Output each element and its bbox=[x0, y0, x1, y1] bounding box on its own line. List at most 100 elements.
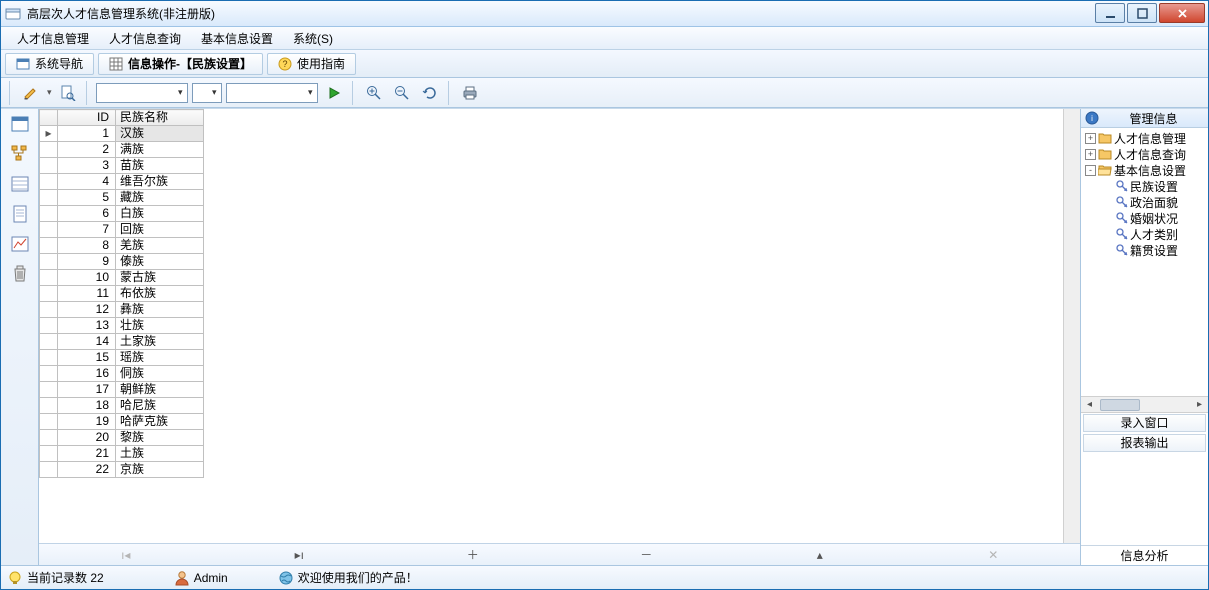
id-cell[interactable]: 4 bbox=[58, 174, 116, 190]
tree-node[interactable]: +人才信息查询 bbox=[1083, 146, 1208, 162]
id-header[interactable]: ID bbox=[58, 110, 116, 126]
name-cell[interactable]: 黎族 bbox=[116, 430, 204, 446]
id-cell[interactable]: 8 bbox=[58, 238, 116, 254]
id-cell[interactable]: 1 bbox=[58, 126, 116, 142]
name-cell[interactable]: 傣族 bbox=[116, 254, 204, 270]
id-cell[interactable]: 7 bbox=[58, 222, 116, 238]
chart-icon[interactable] bbox=[9, 233, 31, 255]
ethnicity-table[interactable]: ID 民族名称 ▸1汉族2满族3苗族4维吾尔族5藏族6白族7回族8羌族9傣族10… bbox=[39, 109, 204, 478]
table-row[interactable]: 22京族 bbox=[40, 462, 204, 478]
table-row[interactable]: 17朝鲜族 bbox=[40, 382, 204, 398]
table-row[interactable]: 7回族 bbox=[40, 222, 204, 238]
tab-guide[interactable]: ? 使用指南 bbox=[267, 53, 356, 75]
table-row[interactable]: ▸1汉族 bbox=[40, 126, 204, 142]
tree-node[interactable]: 籍贯设置 bbox=[1083, 242, 1208, 258]
id-cell[interactable]: 11 bbox=[58, 286, 116, 302]
name-header[interactable]: 民族名称 bbox=[116, 110, 204, 126]
tree-node[interactable]: 婚姻状况 bbox=[1083, 210, 1208, 226]
name-cell[interactable]: 朝鲜族 bbox=[116, 382, 204, 398]
name-cell[interactable]: 壮族 bbox=[116, 318, 204, 334]
print-icon[interactable] bbox=[458, 81, 482, 105]
report-output-button[interactable]: 报表输出 bbox=[1083, 434, 1206, 452]
id-cell[interactable]: 12 bbox=[58, 302, 116, 318]
nav-first-icon[interactable]: ı◂ bbox=[39, 548, 213, 562]
id-cell[interactable]: 21 bbox=[58, 446, 116, 462]
name-cell[interactable]: 侗族 bbox=[116, 366, 204, 382]
hierarchy-icon[interactable] bbox=[9, 143, 31, 165]
zoom-in-icon[interactable] bbox=[362, 81, 386, 105]
table-row[interactable]: 21土族 bbox=[40, 446, 204, 462]
menu-talent-query[interactable]: 人才信息查询 bbox=[99, 28, 191, 49]
id-cell[interactable]: 18 bbox=[58, 398, 116, 414]
table-row[interactable]: 12彝族 bbox=[40, 302, 204, 318]
name-cell[interactable]: 瑶族 bbox=[116, 350, 204, 366]
maximize-button[interactable] bbox=[1127, 3, 1157, 23]
close-button[interactable] bbox=[1159, 3, 1205, 23]
table-row[interactable]: 5藏族 bbox=[40, 190, 204, 206]
name-cell[interactable]: 苗族 bbox=[116, 158, 204, 174]
filter-value-combo[interactable]: ▾ bbox=[226, 83, 318, 103]
tree-node[interactable]: 人才类别 bbox=[1083, 226, 1208, 242]
id-cell[interactable]: 20 bbox=[58, 430, 116, 446]
table-row[interactable]: 2满族 bbox=[40, 142, 204, 158]
rowmark-header[interactable] bbox=[40, 110, 58, 126]
name-cell[interactable]: 哈尼族 bbox=[116, 398, 204, 414]
name-cell[interactable]: 满族 bbox=[116, 142, 204, 158]
nav-cancel-icon[interactable]: ✕ bbox=[907, 548, 1081, 562]
list-icon[interactable] bbox=[9, 173, 31, 195]
document-icon[interactable] bbox=[9, 203, 31, 225]
name-cell[interactable]: 白族 bbox=[116, 206, 204, 222]
id-cell[interactable]: 10 bbox=[58, 270, 116, 286]
window-icon[interactable] bbox=[9, 113, 31, 135]
id-cell[interactable]: 9 bbox=[58, 254, 116, 270]
name-cell[interactable]: 土族 bbox=[116, 446, 204, 462]
id-cell[interactable]: 16 bbox=[58, 366, 116, 382]
table-row[interactable]: 13壮族 bbox=[40, 318, 204, 334]
vertical-scrollbar[interactable] bbox=[1063, 109, 1080, 543]
table-row[interactable]: 18哈尼族 bbox=[40, 398, 204, 414]
table-row[interactable]: 6白族 bbox=[40, 206, 204, 222]
table-row[interactable]: 19哈萨克族 bbox=[40, 414, 204, 430]
name-cell[interactable]: 彝族 bbox=[116, 302, 204, 318]
expand-icon[interactable]: + bbox=[1085, 133, 1096, 144]
trash-icon[interactable] bbox=[9, 263, 31, 285]
id-cell[interactable]: 6 bbox=[58, 206, 116, 222]
table-row[interactable]: 4维吾尔族 bbox=[40, 174, 204, 190]
id-cell[interactable]: 19 bbox=[58, 414, 116, 430]
nav-add-icon[interactable]: ＋ bbox=[386, 546, 560, 563]
id-cell[interactable]: 5 bbox=[58, 190, 116, 206]
tree-h-scrollbar[interactable]: ◂▸ bbox=[1081, 396, 1208, 413]
table-row[interactable]: 15瑶族 bbox=[40, 350, 204, 366]
table-row[interactable]: 14土家族 bbox=[40, 334, 204, 350]
table-row[interactable]: 3苗族 bbox=[40, 158, 204, 174]
name-cell[interactable]: 藏族 bbox=[116, 190, 204, 206]
nav-remove-icon[interactable]: － bbox=[560, 546, 734, 563]
name-cell[interactable]: 京族 bbox=[116, 462, 204, 478]
id-cell[interactable]: 22 bbox=[58, 462, 116, 478]
name-cell[interactable]: 汉族 bbox=[116, 126, 204, 142]
table-row[interactable]: 8羌族 bbox=[40, 238, 204, 254]
info-analysis-label[interactable]: 信息分析 bbox=[1081, 545, 1208, 565]
zoom-out-icon[interactable] bbox=[390, 81, 414, 105]
filter-field-combo[interactable]: ▾ bbox=[96, 83, 188, 103]
input-window-button[interactable]: 录入窗口 bbox=[1083, 414, 1206, 432]
tree-node[interactable]: +人才信息管理 bbox=[1083, 130, 1208, 146]
menu-system[interactable]: 系统(S) bbox=[283, 28, 343, 49]
collapse-icon[interactable]: - bbox=[1085, 165, 1096, 176]
table-row[interactable]: 11布依族 bbox=[40, 286, 204, 302]
id-cell[interactable]: 2 bbox=[58, 142, 116, 158]
edit-icon[interactable] bbox=[19, 81, 43, 105]
name-cell[interactable]: 布依族 bbox=[116, 286, 204, 302]
table-row[interactable]: 10蒙古族 bbox=[40, 270, 204, 286]
filter-op-combo[interactable]: ▾ bbox=[192, 83, 222, 103]
name-cell[interactable]: 羌族 bbox=[116, 238, 204, 254]
name-cell[interactable]: 回族 bbox=[116, 222, 204, 238]
minimize-button[interactable] bbox=[1095, 3, 1125, 23]
tree-node[interactable]: 政治面貌 bbox=[1083, 194, 1208, 210]
refresh-icon[interactable] bbox=[418, 81, 442, 105]
id-cell[interactable]: 17 bbox=[58, 382, 116, 398]
run-icon[interactable] bbox=[322, 81, 346, 105]
tab-system-nav[interactable]: 系统导航 bbox=[5, 53, 94, 75]
name-cell[interactable]: 维吾尔族 bbox=[116, 174, 204, 190]
tab-current-op[interactable]: 信息操作-【民族设置】 bbox=[98, 53, 263, 75]
